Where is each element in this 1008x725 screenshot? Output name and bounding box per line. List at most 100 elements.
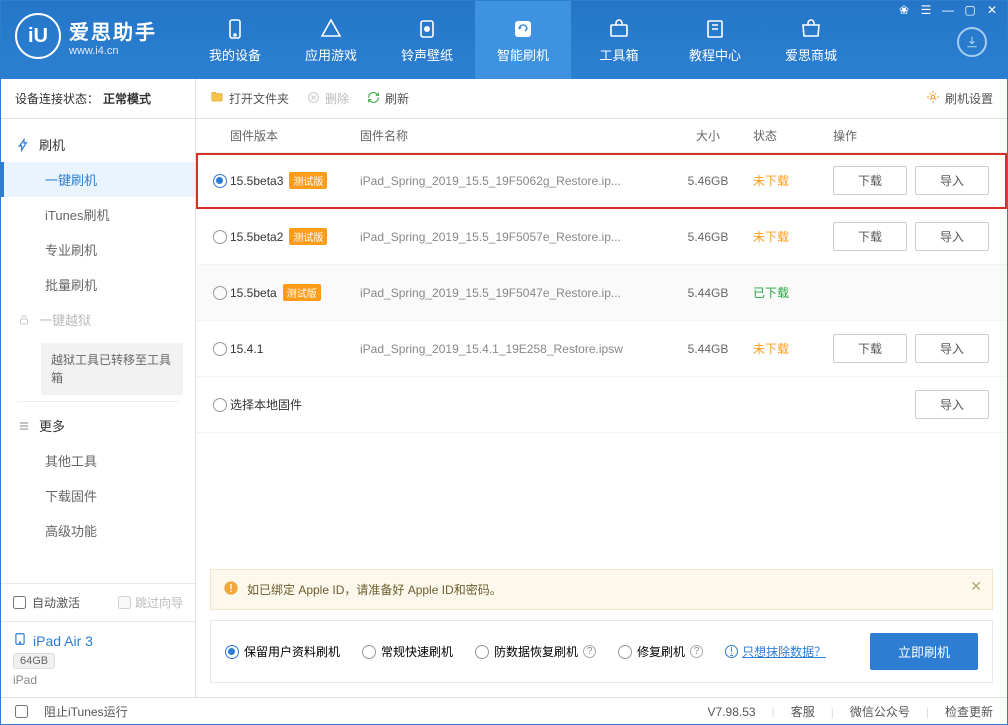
win-gift-icon[interactable]: ❀	[895, 3, 913, 17]
warning-bar: 如已绑定 Apple ID，请准备好 Apple ID和密码。 ✕	[210, 569, 993, 610]
flash-option[interactable]: 防数据恢复刷机?	[475, 643, 596, 660]
row-radio[interactable]	[210, 286, 230, 300]
auto-activate-checkbox[interactable]	[13, 596, 26, 609]
connection-status: 设备连接状态：正常模式	[1, 79, 195, 119]
firmware-version: 15.5beta3测试版	[230, 172, 360, 189]
firmware-size: 5.46GB	[673, 230, 743, 244]
menu-icon	[17, 419, 31, 433]
beta-badge: 测试版	[289, 228, 327, 245]
app-version: V7.98.53	[708, 705, 756, 719]
sidebar-item[interactable]: iTunes刷机	[1, 197, 195, 232]
app-logo: iU 爱思助手 www.i4.cn	[1, 1, 175, 59]
flash-now-button[interactable]: 立即刷机	[870, 633, 978, 670]
import-button[interactable]: 导入	[915, 390, 989, 419]
logo-icon: iU	[15, 13, 61, 59]
jailbreak-notice: 越狱工具已转移至工具箱	[41, 343, 183, 395]
beta-badge: 测试版	[289, 172, 327, 189]
col-version: 固件版本	[230, 127, 360, 144]
firmware-name: iPad_Spring_2019_15.4.1_19E258_Restore.i…	[360, 342, 673, 356]
download-manager-icon[interactable]	[957, 27, 987, 57]
help-icon[interactable]: ?	[690, 645, 703, 658]
flash-option[interactable]: 修复刷机?	[618, 643, 703, 660]
customer-service-link[interactable]: 客服	[791, 703, 815, 720]
tab-device[interactable]: 我的设备	[187, 1, 283, 79]
store-icon	[799, 17, 823, 41]
import-button[interactable]: 导入	[915, 222, 989, 251]
tab-tools[interactable]: 工具箱	[571, 1, 667, 79]
sidebar-item[interactable]: 批量刷机	[1, 267, 195, 302]
statusbar: 阻止iTunes运行 V7.98.53 | 客服 | 微信公众号 | 检查更新	[1, 697, 1007, 725]
tutorial-icon	[703, 17, 727, 41]
download-button[interactable]: 下载	[833, 222, 907, 251]
firmware-version: 15.4.1	[230, 342, 360, 356]
import-button[interactable]: 导入	[915, 166, 989, 195]
firmware-row[interactable]: 15.5beta2测试版iPad_Spring_2019_15.5_19F505…	[196, 209, 1007, 265]
erase-data-link[interactable]: !只想抹除数据？	[725, 643, 826, 660]
firmware-size: 5.44GB	[673, 286, 743, 300]
firmware-name: iPad_Spring_2019_15.5_19F5047e_Restore.i…	[360, 286, 673, 300]
skip-guide-checkbox	[118, 596, 131, 609]
tab-apps[interactable]: 应用游戏	[283, 1, 379, 79]
flash-option[interactable]: 常规快速刷机	[362, 643, 453, 660]
flash-icon	[17, 138, 31, 152]
sidebar-item[interactable]: 下载固件	[1, 478, 195, 513]
flash-option[interactable]: 保留用户资料刷机	[225, 643, 340, 660]
sidebar-item[interactable]: 其他工具	[1, 443, 195, 478]
tab-ring[interactable]: 铃声壁纸	[379, 1, 475, 79]
titlebar: ❀ ☰ — ▢ ✕ iU 爱思助手 www.i4.cn 我的设备应用游戏铃声壁纸…	[1, 1, 1007, 79]
sidebar-item[interactable]: 高级功能	[1, 513, 195, 548]
firmware-status: 未下载	[743, 228, 823, 245]
download-button[interactable]: 下载	[833, 334, 907, 363]
win-minimize-icon[interactable]: —	[939, 3, 957, 17]
flash-settings-button[interactable]: 刷机设置	[926, 90, 993, 107]
firmware-status: 未下载	[743, 340, 823, 357]
wechat-link[interactable]: 微信公众号	[850, 703, 910, 720]
sidebar-item[interactable]: 专业刷机	[1, 232, 195, 267]
win-menu-icon[interactable]: ☰	[917, 3, 935, 17]
win-close-icon[interactable]: ✕	[983, 3, 1001, 17]
row-radio[interactable]	[210, 398, 230, 412]
local-firmware-row[interactable]: 选择本地固件 导入	[196, 377, 1007, 433]
firmware-version: 15.5beta测试版	[230, 284, 360, 301]
delete-icon	[307, 91, 320, 107]
import-button[interactable]: 导入	[915, 334, 989, 363]
ring-icon	[415, 17, 439, 41]
refresh-icon	[367, 91, 380, 107]
sidebar-item[interactable]: 一键刷机	[1, 162, 195, 197]
main-panel: 打开文件夹 删除 刷新 刷机设置 固件版本 固件名称 大小 状态 操作 15.5…	[196, 79, 1007, 697]
firmware-name: iPad_Spring_2019_15.5_19F5057e_Restore.i…	[360, 230, 673, 244]
check-update-link[interactable]: 检查更新	[945, 703, 993, 720]
beta-badge: 测试版	[283, 284, 321, 301]
delete-button: 删除	[307, 90, 349, 107]
close-warning-icon[interactable]: ✕	[970, 578, 982, 595]
open-folder-button[interactable]: 打开文件夹	[210, 90, 289, 107]
firmware-version: 15.5beta2测试版	[230, 228, 360, 245]
firmware-row[interactable]: 15.5beta测试版iPad_Spring_2019_15.5_19F5047…	[196, 265, 1007, 321]
help-icon[interactable]: ?	[583, 645, 596, 658]
win-maximize-icon[interactable]: ▢	[961, 3, 979, 17]
row-radio[interactable]	[210, 230, 230, 244]
firmware-row[interactable]: 15.5beta3测试版iPad_Spring_2019_15.5_19F506…	[196, 153, 1007, 209]
tab-tutorial[interactable]: 教程中心	[667, 1, 763, 79]
sidebar-group-more[interactable]: 更多	[1, 408, 195, 443]
col-status: 状态	[743, 127, 823, 144]
table-header: 固件版本 固件名称 大小 状态 操作	[196, 119, 1007, 153]
download-button[interactable]: 下载	[833, 166, 907, 195]
device-panel[interactable]: iPad Air 3 64GB iPad	[1, 621, 195, 697]
sidebar: 设备连接状态：正常模式 刷机 一键刷机iTunes刷机专业刷机批量刷机 一键越狱…	[1, 79, 196, 697]
tab-store[interactable]: 爱思商城	[763, 1, 859, 79]
tab-flash[interactable]: 智能刷机	[475, 1, 571, 79]
lock-icon	[17, 313, 31, 327]
row-radio[interactable]	[210, 174, 230, 188]
sidebar-group-jailbreak: 一键越狱	[1, 302, 195, 337]
row-radio[interactable]	[210, 342, 230, 356]
skip-guide-label: 跳过向导	[135, 594, 183, 611]
firmware-status: 未下载	[743, 172, 823, 189]
gear-icon	[926, 90, 940, 107]
refresh-button[interactable]: 刷新	[367, 90, 409, 107]
sidebar-group-flash[interactable]: 刷机	[1, 127, 195, 162]
local-firmware-label: 选择本地固件	[230, 396, 673, 413]
block-itunes-checkbox[interactable]	[15, 705, 28, 718]
col-ops: 操作	[823, 127, 993, 144]
firmware-row[interactable]: 15.4.1iPad_Spring_2019_15.4.1_19E258_Res…	[196, 321, 1007, 377]
